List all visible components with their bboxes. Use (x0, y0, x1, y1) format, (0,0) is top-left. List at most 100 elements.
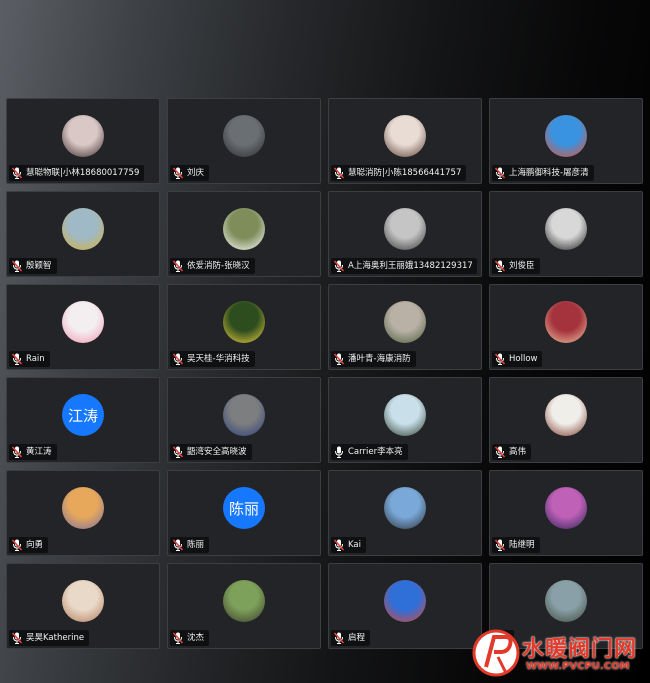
participant-name-bar: 陈丽 (170, 537, 210, 553)
participant-avatar (62, 487, 104, 529)
participant-tile[interactable]: A上海奥利王丽娥13482129317 (328, 191, 482, 277)
mic-muted-icon[interactable] (12, 632, 22, 644)
participant-avatar (62, 301, 104, 343)
participant-name: 黄江涛 (26, 447, 52, 457)
participant-avatar (384, 487, 426, 529)
mic-muted-icon[interactable] (495, 446, 505, 458)
mic-muted-icon[interactable] (173, 446, 183, 458)
mic-muted-icon[interactable] (334, 260, 344, 272)
mic-muted-icon[interactable] (334, 632, 344, 644)
participant-tile[interactable]: 殷颖智 (6, 191, 160, 277)
participant-tile[interactable]: 吴天桂-华消科技 (167, 284, 321, 370)
participant-name-bar: A上海奥利王丽娥13482129317 (331, 258, 477, 274)
participant-tile[interactable]: 上海鹏御科技-屠彦清 (489, 98, 643, 184)
participant-tile[interactable]: 潘叶青-海康消防 (328, 284, 482, 370)
mic-muted-icon[interactable] (173, 167, 183, 179)
participant-avatar: 陈丽 (223, 487, 265, 529)
mic-muted-icon[interactable] (334, 353, 344, 365)
participant-name: 潘叶青-海康消防 (348, 354, 411, 364)
mic-muted-icon[interactable] (495, 260, 505, 272)
participant-avatar (62, 580, 104, 622)
participant-name: A上海奥利王丽娥13482129317 (348, 261, 472, 271)
mic-muted-icon[interactable] (12, 353, 22, 365)
participant-name: 沈杰 (187, 633, 205, 643)
mic-muted-icon[interactable] (495, 353, 505, 365)
participant-tile[interactable]: Kai (328, 470, 482, 556)
participant-avatar (62, 115, 104, 157)
participant-name-bar: 上海鹏御科技-屠彦清 (492, 165, 594, 181)
participant-name: 上海鹏御科技-屠彦清 (509, 168, 589, 178)
participant-tile[interactable]: 陆继明 (489, 470, 643, 556)
participant-avatar (223, 394, 265, 436)
participant-tile[interactable]: 江涛黄江涛 (6, 377, 160, 463)
participant-avatar (545, 487, 587, 529)
participant-tile[interactable]: 慧聪物联|小林18680017759 (6, 98, 160, 184)
participant-tile[interactable]: 鼯湾安全高晓波 (167, 377, 321, 463)
mic-icon[interactable] (334, 446, 344, 458)
participant-tile[interactable]: 高伟 (489, 377, 643, 463)
mic-muted-icon[interactable] (12, 446, 22, 458)
participant-avatar (223, 115, 265, 157)
participant-avatar: 江涛 (62, 394, 104, 436)
participant-name-bar: 启程 (331, 630, 371, 646)
participant-name: 启程 (348, 633, 366, 643)
participant-avatar (545, 301, 587, 343)
mic-muted-icon[interactable] (173, 539, 183, 551)
participant-tile[interactable]: 向勇 (6, 470, 160, 556)
participant-name-bar: 向勇 (9, 537, 49, 553)
participant-name: 高伟 (509, 447, 527, 457)
participant-name: 慧聪物联|小林18680017759 (26, 168, 140, 178)
mic-muted-icon[interactable] (173, 353, 183, 365)
participant-name-bar: 吴天桂-华消科技 (170, 351, 255, 367)
mic-muted-icon[interactable] (495, 167, 505, 179)
mic-muted-icon[interactable] (495, 539, 505, 551)
participant-name: 鼯湾安全高晓波 (187, 447, 247, 457)
participant-tile[interactable]: 沈杰 (167, 563, 321, 649)
mic-muted-icon[interactable] (334, 539, 344, 551)
participant-avatar (223, 208, 265, 250)
mic-muted-icon[interactable] (12, 260, 22, 272)
watermark-logo-icon (472, 629, 520, 677)
participant-name-bar: 慧聪物联|小林18680017759 (9, 165, 145, 181)
participant-name: 刘俊臣 (509, 261, 535, 271)
participant-tile[interactable]: 启程 (328, 563, 482, 649)
mic-muted-icon[interactable] (334, 167, 344, 179)
participant-name: 刘庆 (187, 168, 205, 178)
mic-muted-icon[interactable] (12, 539, 22, 551)
participant-tile[interactable]: 刘俊臣 (489, 191, 643, 277)
participant-name-bar: Hollow (492, 351, 543, 367)
participant-tile[interactable]: 陈丽 陈丽 (167, 470, 321, 556)
participant-tile[interactable]: Carrier李本亮 (328, 377, 482, 463)
participant-name-bar: 吴昊Katherine (9, 630, 90, 646)
participant-name: Kai (348, 540, 361, 550)
mic-muted-icon[interactable] (173, 632, 183, 644)
participant-avatar (223, 301, 265, 343)
participant-name: 陈丽 (187, 540, 205, 550)
participant-tile[interactable]: 刘庆 (167, 98, 321, 184)
participant-avatar (545, 115, 587, 157)
participant-name: Hollow (509, 354, 538, 364)
participant-tile[interactable]: 吴昊Katherine (6, 563, 160, 649)
participant-tile[interactable]: Hollow (489, 284, 643, 370)
participant-avatar (384, 208, 426, 250)
participant-name-bar: 刘庆 (170, 165, 210, 181)
participant-avatar (545, 208, 587, 250)
participant-name-bar: 陆继明 (492, 537, 540, 553)
participant-name: Carrier李本亮 (348, 447, 403, 457)
participant-name-bar: 潘叶青-海康消防 (331, 351, 416, 367)
participant-name-bar: Rain (9, 351, 50, 367)
participant-avatar (384, 301, 426, 343)
participant-avatar (384, 580, 426, 622)
participant-tile[interactable]: Rain (6, 284, 160, 370)
participant-name-bar: 刘俊臣 (492, 258, 540, 274)
participant-tile[interactable]: 依爱消防-张晓汉 (167, 191, 321, 277)
mic-muted-icon[interactable] (173, 260, 183, 272)
participant-tile[interactable]: 慧聪消防|小陈18566441757 (328, 98, 482, 184)
mic-muted-icon[interactable] (12, 167, 22, 179)
participant-name-bar: 慧聪消防|小陈18566441757 (331, 165, 467, 181)
participant-name: 吴天桂-华消科技 (187, 354, 250, 364)
participant-name: 慧聪消防|小陈18566441757 (348, 168, 462, 178)
participant-name-bar: Kai (331, 537, 366, 553)
participant-name: Rain (26, 354, 45, 364)
watermark-url: WWW.PVCPU.COM (526, 661, 630, 672)
